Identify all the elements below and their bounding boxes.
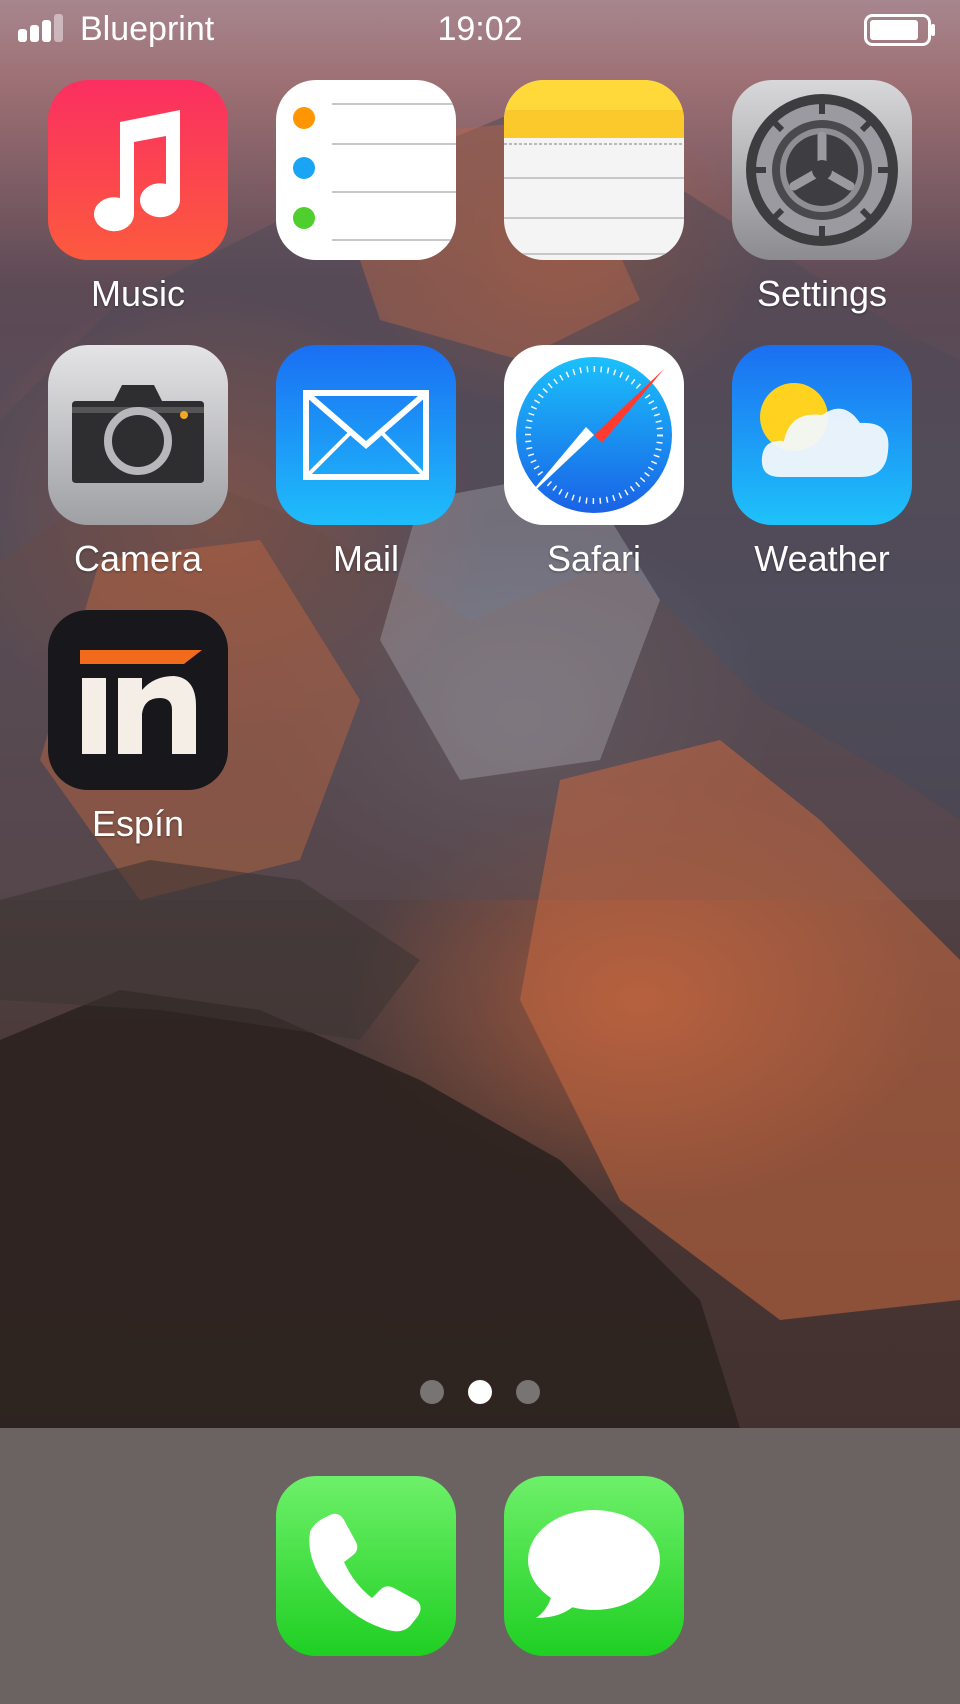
app-label: Settings: [756, 273, 888, 314]
page-dot[interactable]: [420, 1380, 444, 1404]
clock: 19:02: [437, 10, 523, 48]
app-music[interactable]: Music: [48, 80, 228, 314]
reminders-list-icon: [276, 80, 456, 260]
music-note-icon: [48, 80, 228, 260]
status-bar: Blueprint 19:02: [0, 0, 960, 60]
app-phone[interactable]: [276, 1476, 456, 1670]
page-indicator[interactable]: [0, 1380, 960, 1410]
phone-icon: [276, 1476, 456, 1656]
app-label: Espín: [91, 803, 185, 844]
app-label: Camera: [73, 538, 203, 579]
app-label: Safari: [546, 538, 642, 579]
app-mail[interactable]: Mail: [276, 345, 456, 579]
page-dot-current[interactable]: [468, 1380, 492, 1404]
compass-icon: [504, 345, 684, 525]
sun-cloud-icon: [732, 345, 912, 525]
speech-bubble-icon: [504, 1476, 684, 1656]
dock: [0, 1428, 960, 1704]
battery-icon: [864, 14, 935, 46]
app-label: Music: [90, 273, 185, 314]
app-weather[interactable]: Weather: [732, 345, 912, 579]
app-notes[interactable]: [504, 80, 684, 274]
app-camera[interactable]: Camera: [48, 345, 228, 579]
app-label: Weather: [754, 538, 890, 579]
page-dot[interactable]: [516, 1380, 540, 1404]
camera-icon: [48, 345, 228, 525]
notes-pad-icon: [504, 80, 684, 260]
gear-icon: [732, 80, 912, 260]
in-logo-icon: [48, 610, 228, 790]
app-safari[interactable]: Safari: [504, 345, 684, 579]
app-espin[interactable]: Espín: [48, 610, 228, 844]
app-messages[interactable]: [504, 1476, 684, 1670]
app-label: Mail: [332, 538, 399, 579]
envelope-icon: [276, 345, 456, 525]
app-settings[interactable]: Settings: [732, 80, 912, 314]
app-reminders[interactable]: [276, 80, 456, 274]
